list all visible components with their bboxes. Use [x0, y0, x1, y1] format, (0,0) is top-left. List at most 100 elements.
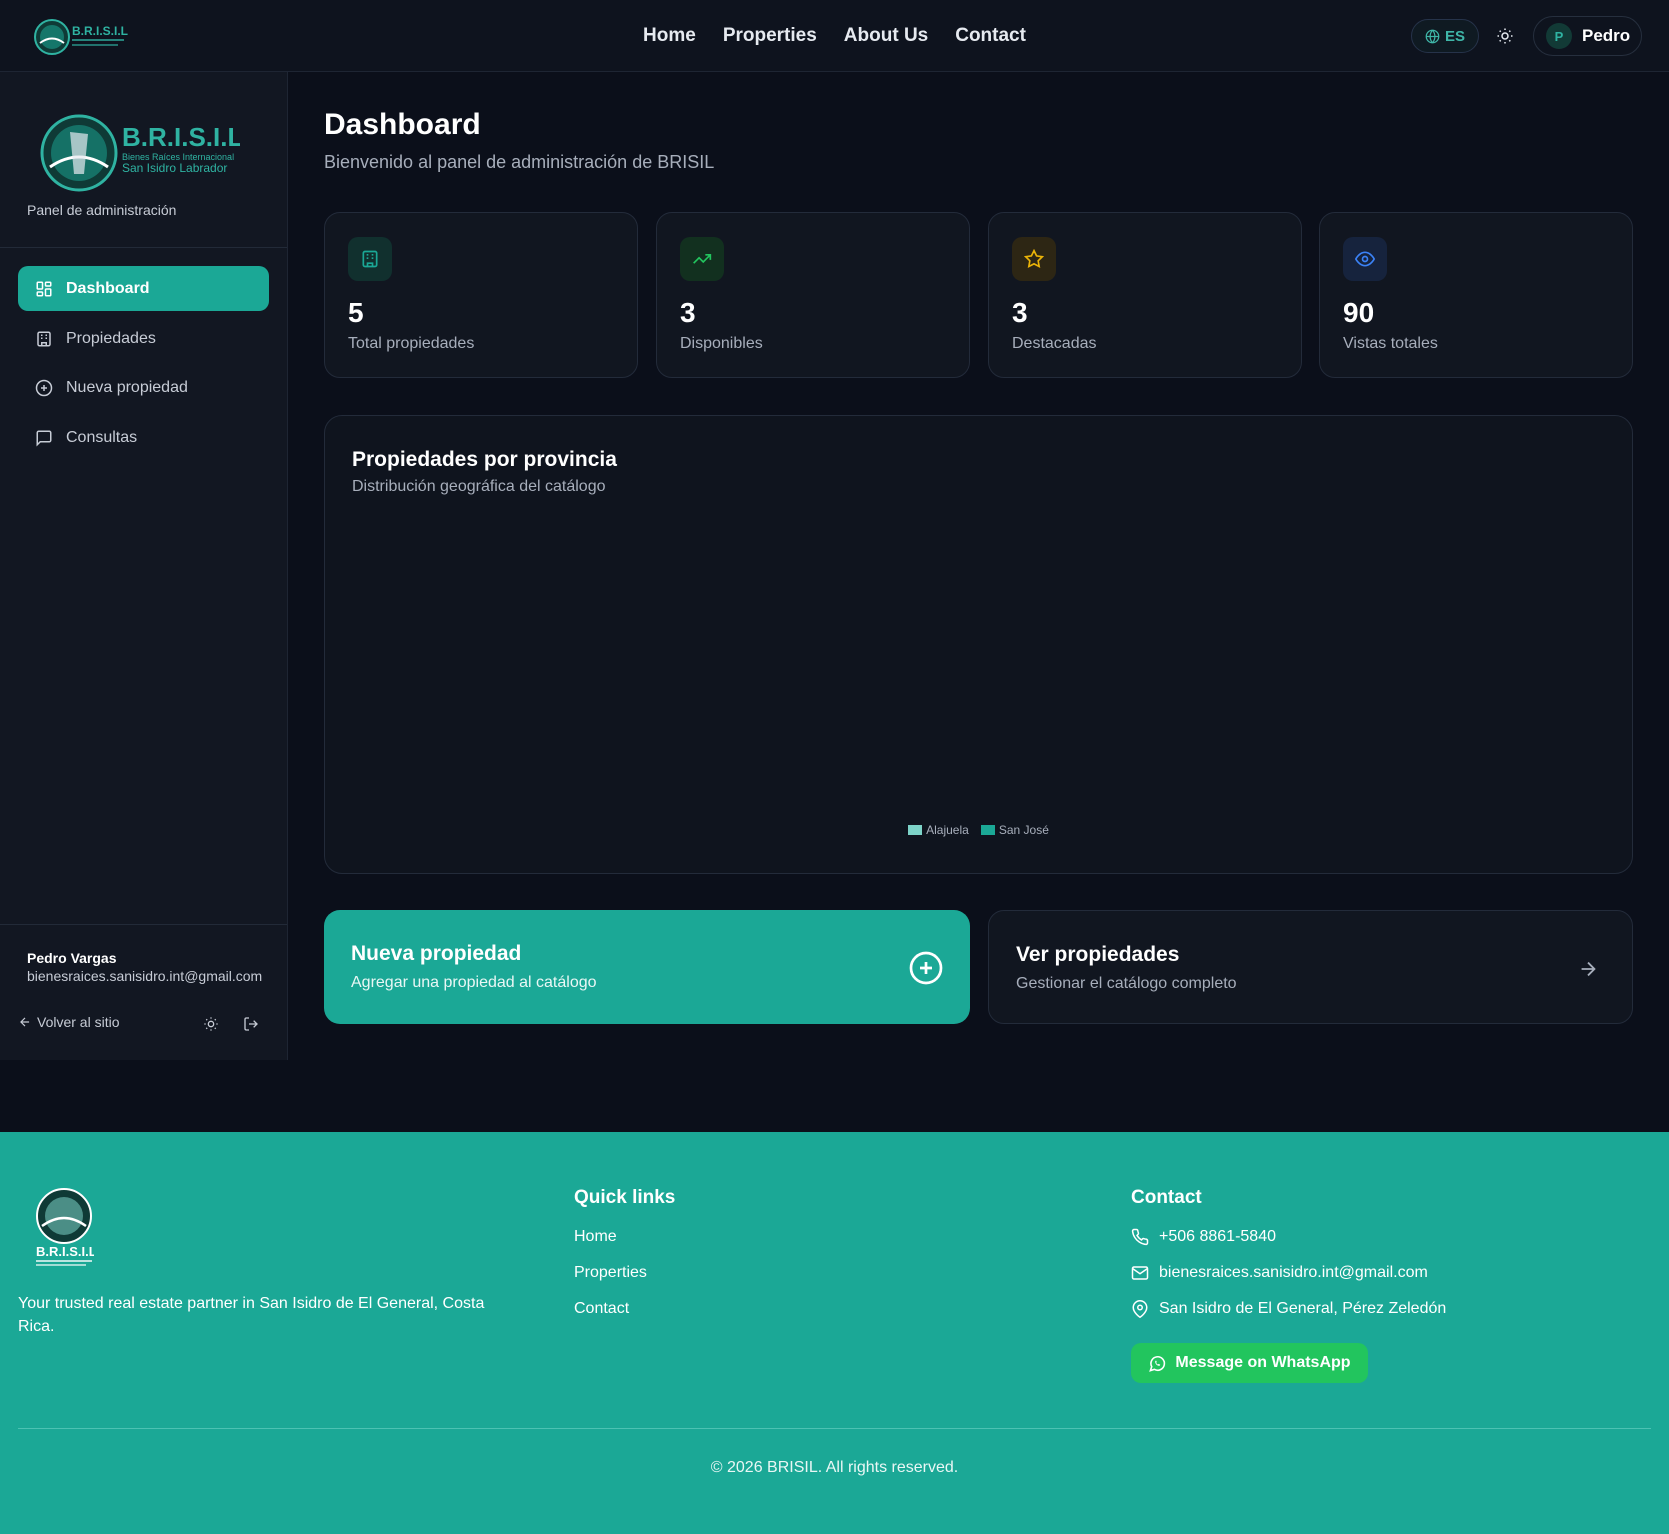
building-icon [37, 331, 51, 346]
language-label: ES [1444, 27, 1465, 45]
footer-link-contact[interactable]: Contact [574, 1300, 629, 1318]
panel-label: Panel de administración [27, 202, 177, 218]
view-properties-card[interactable]: Ver propiedades Gestionar el catálogo co… [988, 910, 1633, 1024]
page-title: Dashboard [324, 108, 481, 141]
svg-text:San Isidro Labrador: San Isidro Labrador [122, 161, 227, 175]
stat-label: Total propiedades [348, 335, 475, 352]
stat-icon-wrap [348, 237, 392, 281]
quick-links-title: Quick links [574, 1187, 676, 1208]
grid-icon [36, 281, 52, 296]
back-to-site-link[interactable]: Volver al sitio [18, 1014, 119, 1030]
star-icon [1024, 249, 1044, 269]
message-icon [36, 430, 52, 447]
sidebar-item-dashboard[interactable]: Dashboard [18, 266, 269, 311]
footer-tagline: Your trusted real estate partner in San … [18, 1295, 485, 1335]
stat-value: 5 [348, 297, 364, 328]
footer-logo: B.R.I.S.I.L [34, 1188, 97, 1268]
contact-email[interactable]: bienesraices.sanisidro.int@gmail.com [1131, 1264, 1428, 1282]
chart-legend: Alajuela San José [325, 823, 1632, 837]
stat-value: 3 [680, 297, 696, 328]
admin-sidebar: B.R.I.S.I.L Bienes Raíces Internacional … [0, 72, 288, 1060]
action-title: Ver propiedades [1016, 943, 1180, 966]
sun-icon [1497, 28, 1513, 44]
top-navbar: B.R.I.S.I.L Home Properties About Us Con… [0, 0, 1669, 72]
stat-icon-wrap [680, 237, 724, 281]
contact-address: San Isidro de El General, Pérez Zeledón [1131, 1300, 1446, 1318]
language-switcher[interactable]: ES [1411, 19, 1479, 53]
legend-label: San José [998, 823, 1049, 837]
svg-text:B.R.I.S.I.L: B.R.I.S.I.L [122, 122, 240, 152]
new-property-card[interactable]: Nueva propiedad Agregar una propiedad al… [324, 910, 970, 1024]
avatar: P [1546, 23, 1572, 49]
sidebar-item-consultas[interactable]: Consultas [18, 415, 269, 460]
page-subtitle: Bienvenido al panel de administración de… [324, 152, 715, 172]
building-icon [362, 250, 378, 268]
sidebar-theme-toggle[interactable] [201, 1014, 221, 1034]
arrow-left-icon [20, 1017, 30, 1027]
action-subtitle: Gestionar el catálogo completo [1016, 975, 1237, 992]
contact-phone-text: +506 8861-5840 [1159, 1228, 1276, 1245]
logout-icon [244, 1017, 258, 1031]
plus-circle-icon [908, 950, 944, 986]
user-name: Pedro [1582, 26, 1631, 45]
nav-link-about[interactable]: About Us [844, 25, 928, 47]
whatsapp-label: Message on WhatsApp [1175, 1354, 1351, 1371]
theme-toggle-button[interactable] [1493, 24, 1517, 48]
nav-link-contact[interactable]: Contact [955, 25, 1026, 47]
legend-item[interactable]: Alajuela [908, 823, 969, 837]
whatsapp-button[interactable]: Message on WhatsApp [1131, 1343, 1368, 1383]
stat-card-destacadas: 3 Destacadas [988, 212, 1302, 378]
divider [0, 247, 287, 248]
contact-email-text: bienesraices.sanisidro.int@gmail.com [1159, 1264, 1428, 1281]
plus-circle-icon [35, 379, 53, 396]
back-label: Volver al sitio [37, 1014, 120, 1030]
sidebar-item-propiedades[interactable]: Propiedades [18, 316, 269, 361]
chart-title: Propiedades por provincia [352, 448, 617, 471]
logout-button[interactable] [241, 1014, 261, 1034]
svg-text:B.R.I.S.I.L: B.R.I.S.I.L [36, 1244, 94, 1259]
stat-value: 90 [1343, 297, 1375, 328]
stat-label: Disponibles [680, 335, 763, 352]
whatsapp-icon [1149, 1355, 1166, 1372]
province-chart-card: Propiedades por provincia Distribución g… [324, 415, 1633, 874]
contact-address-text: San Isidro de El General, Pérez Zeledón [1159, 1300, 1447, 1317]
stat-card-disponibles: 3 Disponibles [656, 212, 970, 378]
copyright: © 2026 BRISIL. All rights reserved. [710, 1459, 959, 1476]
stat-card-vistas: 90 Vistas totales [1319, 212, 1633, 378]
chart-subtitle: Distribución geográfica del catálogo [352, 478, 606, 495]
legend-swatch [980, 825, 995, 835]
sidebar-user-email: bienesraices.sanisidro.int@gmail.com [27, 968, 263, 984]
sidebar-item-label: Consultas [66, 428, 138, 446]
action-title: Nueva propiedad [351, 942, 522, 965]
sidebar-item-nueva-propiedad[interactable]: Nueva propiedad [18, 365, 269, 410]
map-pin-icon [1132, 1300, 1148, 1318]
sidebar-item-label: Dashboard [66, 279, 150, 297]
legend-swatch [908, 825, 923, 835]
user-menu-button[interactable]: P Pedro [1533, 16, 1642, 56]
sidebar-user-name: Pedro Vargas [27, 950, 117, 966]
stat-icon-wrap [1343, 237, 1387, 281]
sidebar-brand-logo: B.R.I.S.I.L Bienes Raíces Internacional … [40, 112, 243, 194]
stat-label: Destacadas [1012, 335, 1097, 352]
trending-up-icon [693, 254, 712, 264]
nav-link-properties[interactable]: Properties [723, 25, 817, 47]
arrow-right-icon [1570, 951, 1606, 987]
footer-link-home[interactable]: Home [574, 1228, 617, 1246]
phone-icon [1131, 1228, 1149, 1246]
footer-link-properties[interactable]: Properties [574, 1264, 647, 1282]
contact-title: Contact [1131, 1187, 1202, 1208]
legend-label: Alajuela [926, 823, 969, 837]
contact-phone[interactable]: +506 8861-5840 [1131, 1228, 1276, 1246]
divider [0, 924, 287, 925]
legend-item[interactable]: San José [980, 823, 1049, 837]
nav-link-home[interactable]: Home [643, 25, 696, 47]
globe-icon [1425, 29, 1440, 43]
stat-card-total: 5 Total propiedades [324, 212, 638, 378]
action-subtitle: Agregar una propiedad al catálogo [351, 974, 597, 991]
mail-icon [1131, 1266, 1149, 1280]
stat-icon-wrap [1012, 237, 1056, 281]
eye-icon [1355, 251, 1375, 267]
stat-label: Vistas totales [1343, 335, 1438, 352]
sidebar-item-label: Propiedades [66, 329, 156, 347]
stat-value: 3 [1012, 297, 1028, 328]
